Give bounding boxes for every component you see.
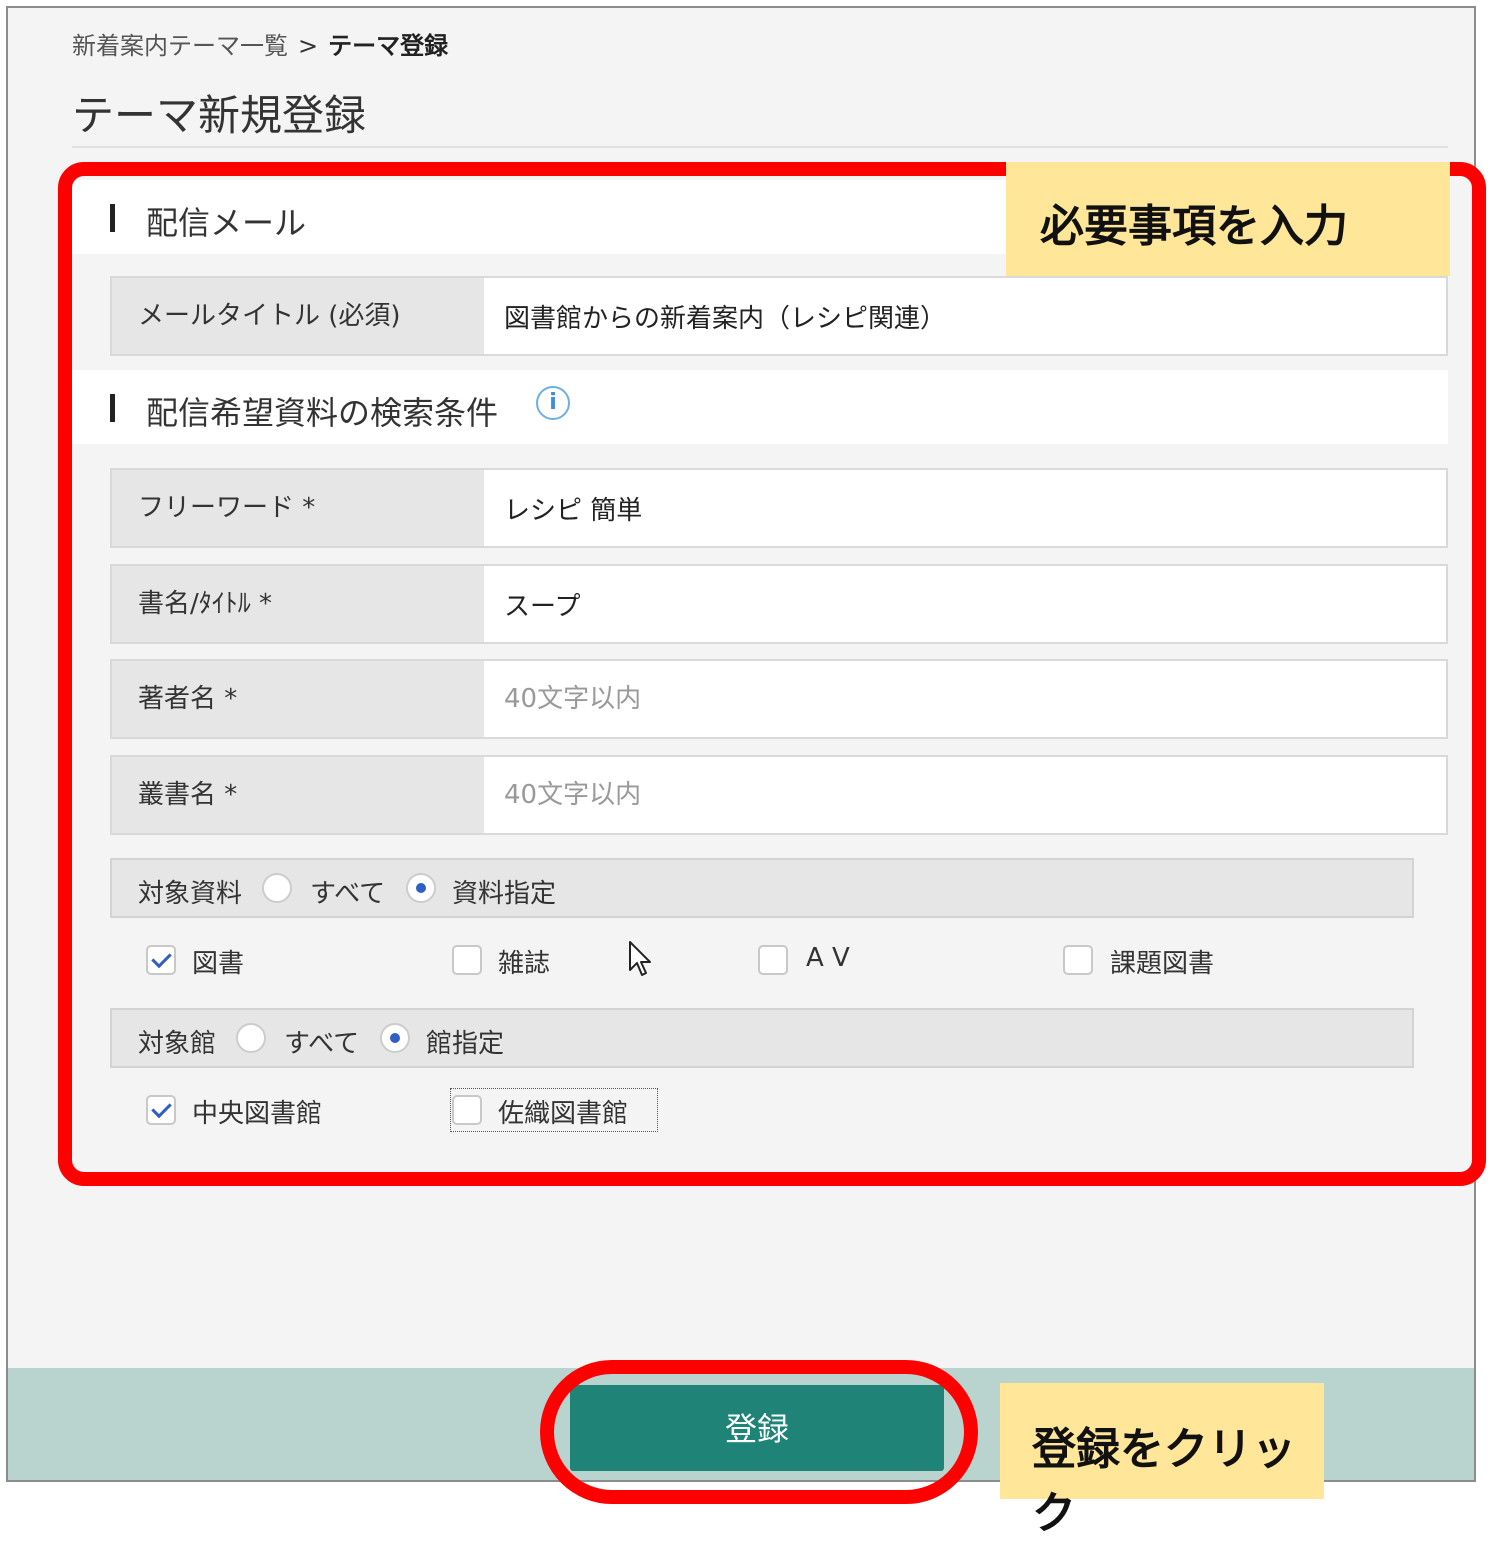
highlight-frame: [58, 162, 1486, 1186]
title-divider: [72, 146, 1448, 148]
breadcrumb-separator: >: [298, 32, 319, 60]
highlight-oval: [540, 1360, 978, 1504]
breadcrumb-link-theme-list[interactable]: 新着案内テーマ一覧: [72, 32, 288, 60]
page-title: テーマ新規登録: [72, 91, 367, 140]
breadcrumb: 新着案内テーマ一覧 > テーマ登録: [72, 26, 448, 61]
breadcrumb-current: テーマ登録: [328, 32, 449, 60]
annotation-click-register: 登録をクリック: [1000, 1383, 1324, 1539]
annotation-enter-required: 必要事項を入力: [1006, 162, 1450, 276]
